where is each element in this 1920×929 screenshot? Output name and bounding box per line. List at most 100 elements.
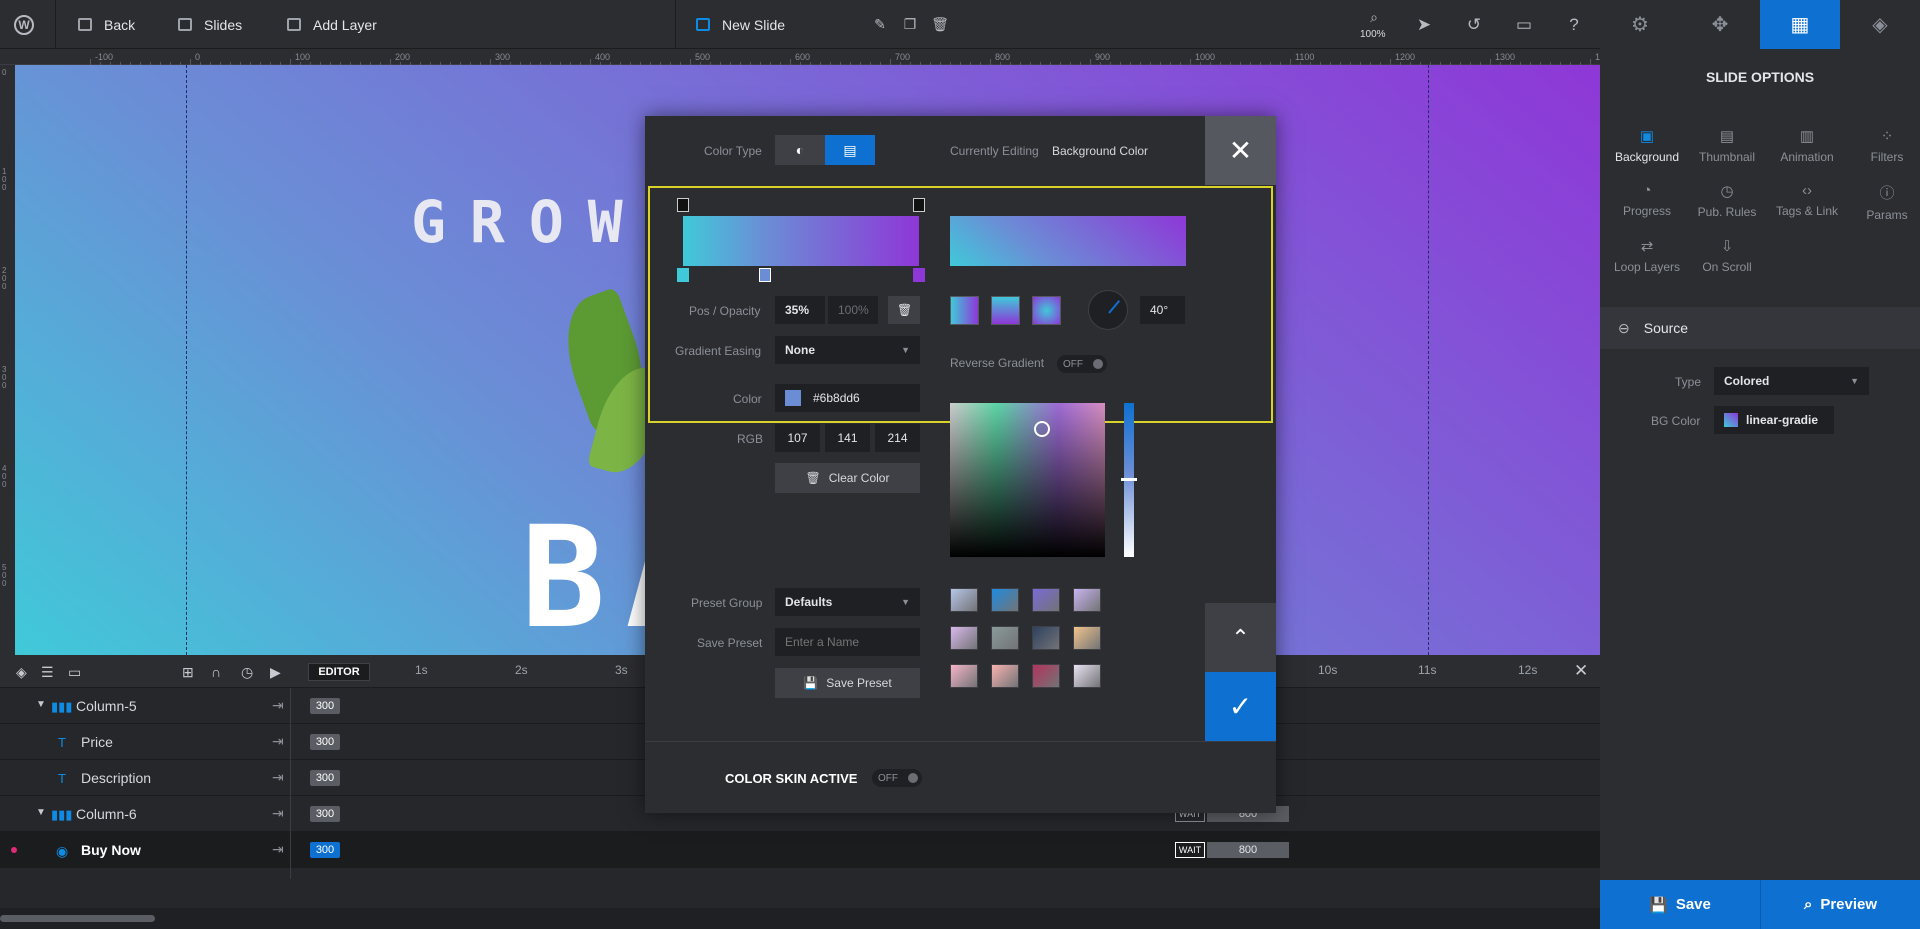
play-icon[interactable]: ▶ bbox=[270, 664, 281, 681]
option-pub-rules[interactable]: ◷ Pub. Rules bbox=[1687, 182, 1767, 219]
preset-swatch[interactable] bbox=[991, 626, 1019, 650]
layer-goto-icon[interactable]: ⇥ bbox=[272, 841, 284, 858]
preset-swatch[interactable] bbox=[1073, 626, 1101, 650]
gradient-bar[interactable] bbox=[683, 216, 919, 266]
vertical-gradient-type[interactable] bbox=[991, 296, 1020, 325]
layer-delay[interactable]: 300 bbox=[310, 770, 340, 786]
preset-swatch[interactable] bbox=[991, 664, 1019, 688]
preset-swatch[interactable] bbox=[1073, 664, 1101, 688]
option-background[interactable]: ▣ Background bbox=[1607, 127, 1687, 164]
preset-name-input[interactable] bbox=[775, 628, 920, 656]
preset-swatch[interactable] bbox=[950, 664, 978, 688]
preset-swatch[interactable] bbox=[991, 588, 1019, 612]
option-filters[interactable]: ⁘ Filters bbox=[1847, 127, 1920, 164]
slide-name[interactable]: New Slide bbox=[696, 0, 785, 49]
layer-goto-icon[interactable]: ⇥ bbox=[272, 769, 284, 786]
select-cursor-icon[interactable]: ➤ bbox=[1406, 0, 1442, 49]
angle-input[interactable]: 40° bbox=[1140, 296, 1185, 324]
layer-delay[interactable]: 300 bbox=[310, 806, 340, 822]
settings-tab[interactable]: ⚙ bbox=[1600, 0, 1680, 49]
layer-delay[interactable]: 300 bbox=[310, 698, 340, 714]
option-params[interactable]: ⓘ Params bbox=[1847, 182, 1920, 222]
option-progress[interactable]: ◔ Progress bbox=[1607, 182, 1687, 218]
reverse-gradient-toggle[interactable]: OFF bbox=[1057, 355, 1107, 373]
gradient-stop-1[interactable] bbox=[759, 268, 771, 282]
option-tags-link[interactable]: ‹› Tags & Link bbox=[1767, 182, 1847, 218]
solid-color-button[interactable]: ◐ bbox=[775, 135, 825, 165]
list-icon[interactable]: ☰ bbox=[41, 664, 54, 681]
layer-goto-icon[interactable]: ⇥ bbox=[272, 697, 284, 714]
desktop-view-icon[interactable]: ▭ bbox=[1506, 0, 1542, 49]
duration-bar[interactable]: 800 bbox=[1207, 842, 1289, 858]
blue-input[interactable]: 214 bbox=[875, 424, 920, 452]
gradient-top-handle-left[interactable] bbox=[677, 198, 689, 212]
close-dialog-button[interactable]: ✕ bbox=[1205, 116, 1276, 185]
back-button[interactable]: Back bbox=[78, 0, 135, 49]
position-input[interactable]: 35% bbox=[775, 296, 825, 324]
wait-badge[interactable]: WAIT bbox=[1175, 842, 1205, 858]
wordpress-logo[interactable]: W bbox=[14, 0, 34, 49]
preset-swatch[interactable] bbox=[1032, 588, 1060, 612]
color-hex-input[interactable]: #6b8dd6 bbox=[775, 384, 920, 412]
red-input[interactable]: 107 bbox=[775, 424, 820, 452]
linear-gradient-type[interactable] bbox=[950, 296, 979, 325]
gradient-stop-2[interactable] bbox=[913, 268, 925, 282]
type-select[interactable]: Colored ▼ bbox=[1714, 367, 1869, 395]
radial-gradient-type[interactable] bbox=[1032, 296, 1061, 325]
gradient-top-handle-right[interactable] bbox=[913, 198, 925, 212]
preset-swatch[interactable] bbox=[950, 588, 978, 612]
gradient-easing-select[interactable]: None ▼ bbox=[775, 336, 920, 364]
slides-button[interactable]: Slides bbox=[178, 0, 242, 49]
gradient-stop-0[interactable] bbox=[677, 268, 689, 282]
option-thumbnail[interactable]: ▤ Thumbnail bbox=[1687, 127, 1767, 164]
help-icon[interactable]: ? bbox=[1556, 0, 1592, 49]
picker-cursor[interactable] bbox=[1034, 421, 1050, 437]
layer-goto-icon[interactable]: ⇥ bbox=[272, 733, 284, 750]
save-button[interactable]: 💾 Save bbox=[1600, 880, 1760, 929]
opacity-input[interactable]: 100% bbox=[828, 296, 878, 324]
timer-icon[interactable]: ◷ bbox=[241, 664, 253, 681]
layer-delay[interactable]: 300 bbox=[310, 842, 340, 858]
zoom-level[interactable]: 100% bbox=[1360, 29, 1386, 40]
editor-button[interactable]: EDITOR bbox=[308, 663, 370, 681]
navigation-tab[interactable]: ✥ bbox=[1680, 0, 1760, 49]
horizontal-scrollbar[interactable] bbox=[0, 915, 155, 922]
apply-button[interactable]: ✓ bbox=[1205, 672, 1276, 741]
grid-icon[interactable]: ⊞ bbox=[182, 664, 194, 681]
angle-dial[interactable] bbox=[1088, 290, 1128, 330]
clear-color-button[interactable]: 🗑 Clear Color bbox=[775, 463, 920, 493]
option-animation[interactable]: ▥ Animation bbox=[1767, 127, 1847, 164]
layer-goto-icon[interactable]: ⇥ bbox=[272, 805, 284, 822]
preview-button[interactable]: ⌕ Preview bbox=[1760, 880, 1920, 929]
save-preset-button[interactable]: 💾 Save Preset bbox=[775, 668, 920, 698]
layer-delay[interactable]: 300 bbox=[310, 734, 340, 750]
delete-icon[interactable]: 🗑 bbox=[922, 0, 958, 49]
slide-options-tab[interactable]: ▦ bbox=[1760, 0, 1840, 49]
bg-color-field[interactable]: linear-gradie bbox=[1714, 406, 1834, 434]
delete-stop-button[interactable]: 🗑 bbox=[888, 296, 920, 324]
option-loop-layers[interactable]: ⇄ Loop Layers bbox=[1607, 237, 1687, 274]
add-layer-button[interactable]: Add Layer bbox=[287, 0, 377, 49]
scroll-up-button[interactable]: ⌃ bbox=[1205, 603, 1276, 672]
preset-swatch[interactable] bbox=[1073, 588, 1101, 612]
magnet-icon[interactable]: ∩ bbox=[211, 664, 221, 680]
preset-swatch[interactable] bbox=[1032, 664, 1060, 688]
layer-row-selected[interactable]: ◉ Buy Now ⇥ 300 WAIT 800 bbox=[0, 832, 1600, 868]
collapse-icon[interactable]: ▼ bbox=[36, 807, 46, 818]
preset-group-select[interactable]: Defaults ▼ bbox=[775, 588, 920, 616]
folder-icon[interactable]: ▭ bbox=[68, 664, 81, 681]
preset-swatch[interactable] bbox=[950, 626, 978, 650]
layers-toggle-icon[interactable]: ◈ bbox=[16, 664, 27, 681]
close-timeline-icon[interactable]: ✕ bbox=[1574, 661, 1588, 681]
headline-text[interactable]: GROW bbox=[411, 188, 647, 256]
undo-icon[interactable]: ↺ bbox=[1456, 0, 1492, 49]
green-input[interactable]: 141 bbox=[825, 424, 870, 452]
color-skin-toggle[interactable]: OFF bbox=[872, 769, 922, 787]
source-section-header[interactable]: ⊖ Source bbox=[1600, 307, 1920, 349]
preset-swatch[interactable] bbox=[1032, 626, 1060, 650]
collapse-icon[interactable]: ▼ bbox=[36, 699, 46, 710]
saturation-picker[interactable] bbox=[950, 403, 1105, 557]
layers-tab[interactable]: ◈ bbox=[1840, 0, 1920, 49]
hue-slider-thumb[interactable] bbox=[1121, 478, 1137, 481]
option-on-scroll[interactable]: ⇩ On Scroll bbox=[1687, 237, 1767, 274]
